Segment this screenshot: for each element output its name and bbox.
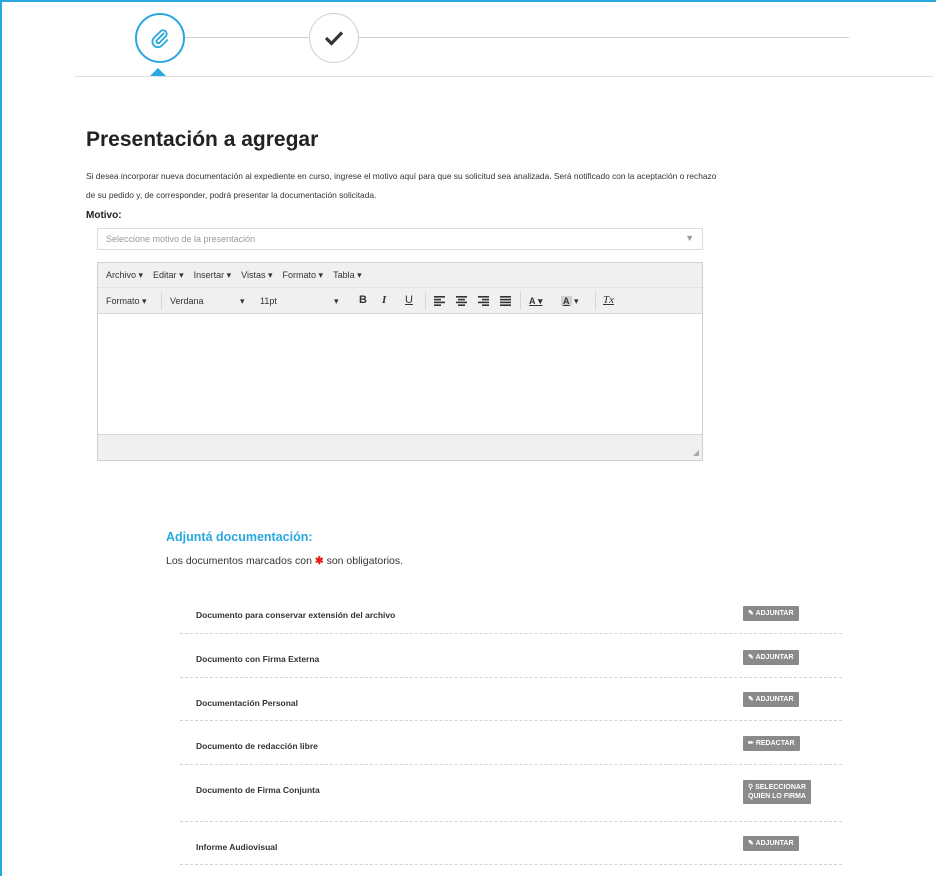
stepper-divider bbox=[75, 76, 933, 77]
page-title: Presentación a agregar bbox=[86, 128, 319, 151]
list-item: Documento para conservar extensión del a… bbox=[180, 600, 842, 634]
align-justify-icon[interactable] bbox=[500, 288, 511, 314]
menu-formato[interactable]: Formato ▾ bbox=[283, 270, 324, 281]
step-attach[interactable] bbox=[135, 13, 185, 63]
align-center-icon[interactable] bbox=[456, 288, 467, 314]
required-note: Los documentos marcados con ✱ son obliga… bbox=[166, 555, 403, 567]
background-color-button[interactable]: A ▾ bbox=[561, 288, 579, 314]
stepper-connector bbox=[359, 37, 849, 38]
stepper-connector bbox=[185, 37, 310, 38]
step-confirm[interactable] bbox=[309, 13, 359, 63]
editor-content-area[interactable] bbox=[98, 314, 702, 434]
document-name: Documento de redacción libre bbox=[196, 741, 318, 751]
active-step-indicator bbox=[150, 68, 166, 76]
document-name: Documento con Firma Externa bbox=[196, 654, 320, 664]
clear-format-button[interactable]: Tx bbox=[603, 294, 614, 306]
menu-vistas[interactable]: Vistas ▾ bbox=[241, 270, 272, 281]
resize-handle-icon[interactable]: ◢ bbox=[693, 448, 699, 457]
list-item: Documento de redacción libre ✏ REDACTAR bbox=[180, 721, 842, 765]
toolbar-separator bbox=[520, 292, 521, 310]
document-name: Documento de Firma Conjunta bbox=[196, 785, 320, 795]
dropdown-arrow-icon: ▼ bbox=[685, 233, 694, 243]
attach-button[interactable]: ✎ ADJUNTAR bbox=[743, 606, 799, 621]
menu-insertar[interactable]: Insertar ▾ bbox=[194, 270, 232, 281]
toolbar-separator bbox=[595, 292, 596, 310]
paperclip-icon bbox=[151, 29, 169, 49]
attach-section-title: Adjuntá documentación: bbox=[166, 530, 313, 544]
menu-editar[interactable]: Editar ▾ bbox=[153, 270, 184, 281]
font-size-dropdown[interactable]: 11pt bbox=[260, 288, 277, 314]
write-button[interactable]: ✏ REDACTAR bbox=[743, 736, 800, 751]
align-left-icon[interactable] bbox=[434, 288, 445, 314]
motivo-select[interactable]: Seleccione motivo de la presentación ▼ bbox=[97, 228, 703, 250]
font-family-dropdown[interactable]: Verdana bbox=[170, 288, 204, 314]
toolbar-separator bbox=[425, 292, 426, 310]
select-signer-button[interactable]: ⚲ SELECCIONAR QUIEN LO FIRMA bbox=[743, 780, 812, 804]
list-item: Documento de Firma Conjunta ⚲ SELECCIONA… bbox=[180, 765, 842, 822]
editor-toolbar: Formato ▾ Verdana ▾ 11pt ▾ B I U A ▾ A ▾… bbox=[98, 288, 702, 314]
list-item: Informe Audiovisual ✎ ADJUNTAR bbox=[180, 822, 842, 865]
attach-button[interactable]: ✎ ADJUNTAR bbox=[743, 650, 799, 665]
editor-menubar: Archivo ▾ Editar ▾ Insertar ▾ Vistas ▾ F… bbox=[98, 263, 702, 288]
underline-button[interactable]: U bbox=[405, 294, 413, 306]
bold-button[interactable]: B bbox=[359, 294, 367, 306]
required-note-text: son obligatorios. bbox=[326, 555, 404, 567]
chevron-down-icon[interactable]: ▾ bbox=[334, 288, 339, 314]
toolbar-separator bbox=[161, 292, 162, 310]
motivo-label: Motivo: bbox=[86, 210, 122, 221]
attach-button[interactable]: ✎ ADJUNTAR bbox=[743, 836, 799, 851]
required-note-text: Los documentos marcados con bbox=[166, 555, 312, 567]
required-star-icon: ✱ bbox=[314, 555, 324, 567]
text-color-button[interactable]: A ▾ bbox=[529, 288, 543, 314]
document-name: Informe Audiovisual bbox=[196, 842, 278, 852]
motivo-placeholder: Seleccione motivo de la presentación bbox=[106, 234, 256, 244]
align-right-icon[interactable] bbox=[478, 288, 489, 314]
attach-button[interactable]: ✎ ADJUNTAR bbox=[743, 692, 799, 707]
format-dropdown[interactable]: Formato ▾ bbox=[106, 288, 147, 314]
menu-archivo[interactable]: Archivo ▾ bbox=[106, 270, 143, 281]
list-item: Documentación Personal ✎ ADJUNTAR bbox=[180, 678, 842, 721]
check-icon bbox=[325, 31, 343, 46]
rich-text-editor: Archivo ▾ Editar ▾ Insertar ▾ Vistas ▾ F… bbox=[97, 262, 703, 461]
editor-statusbar: ◢ bbox=[98, 434, 702, 460]
list-item: Documento con Firma Externa ✎ ADJUNTAR bbox=[180, 634, 842, 678]
menu-tabla[interactable]: Tabla ▾ bbox=[333, 270, 362, 281]
document-name: Documento para conservar extensión del a… bbox=[196, 610, 396, 620]
italic-button[interactable]: I bbox=[382, 294, 386, 306]
stepper bbox=[0, 0, 936, 80]
page-description: Si desea incorporar nueva documentación … bbox=[86, 171, 717, 200]
search-icon: ⚲ bbox=[748, 784, 754, 791]
chevron-down-icon[interactable]: ▾ bbox=[240, 288, 245, 314]
document-name: Documentación Personal bbox=[196, 698, 299, 708]
